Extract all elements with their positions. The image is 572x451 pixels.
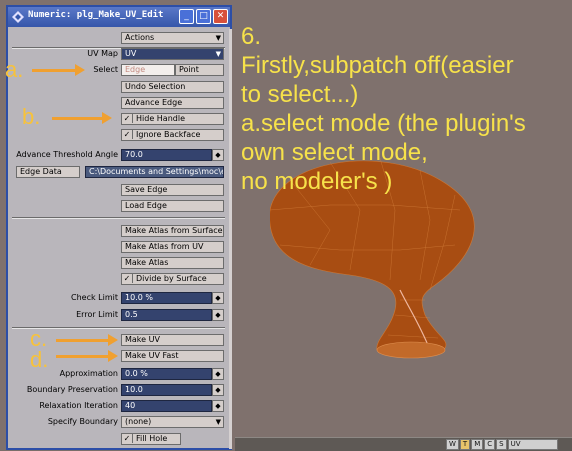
app-icon (12, 11, 24, 23)
divider (12, 217, 225, 219)
specify-boundary-select[interactable]: (none) ▼ (121, 416, 224, 428)
check-limit-label: Check Limit (71, 293, 118, 302)
arrow-icon (56, 350, 118, 362)
select-point-button[interactable]: Point (175, 64, 224, 76)
close-button[interactable]: ✕ (213, 9, 228, 24)
arrow-icon (52, 112, 112, 124)
divide-by-surface-checkbox[interactable]: ✓ Divide by Surface (121, 273, 224, 285)
uv-map-label: UV Map (87, 49, 118, 58)
specify-boundary-value: (none) (125, 417, 152, 426)
fill-hole-checkbox[interactable]: ✓ Fill Hole (121, 433, 181, 445)
relaxation-iteration-field[interactable]: 40 (121, 400, 212, 412)
relaxation-iteration-label: Relaxation Iteration (39, 401, 118, 410)
checkmark-icon: ✓ (122, 114, 133, 123)
w-toggle[interactable]: W (446, 439, 459, 450)
m-toggle[interactable]: M (471, 439, 484, 450)
scrollbar[interactable] (229, 29, 232, 449)
chevron-down-icon: ▼ (215, 418, 221, 426)
undo-selection-button[interactable]: Undo Selection (121, 81, 224, 93)
checkmark-icon: ✓ (122, 434, 133, 443)
advance-threshold-label: Advance Threshold Angle (16, 150, 118, 159)
approximation-field[interactable]: 0.0 % (121, 368, 212, 380)
make-atlas-button[interactable]: Make Atlas (121, 257, 224, 269)
maximize-icon: □ (199, 11, 208, 21)
instruction-line: no modeler's ) (241, 168, 393, 195)
annotation-d: d. (30, 347, 49, 372)
actions-dropdown[interactable]: Actions ▼ (121, 32, 224, 44)
stepper-icon[interactable]: ◆ (212, 400, 224, 412)
error-limit-label: Error Limit (76, 310, 118, 319)
hide-handle-checkbox[interactable]: ✓ Hide Handle (121, 113, 224, 125)
boundary-preservation-field[interactable]: 10.0 (121, 384, 212, 396)
boundary-preservation-label: Boundary Preservation (26, 385, 118, 394)
check-limit-field[interactable]: 10.0 % (121, 292, 212, 304)
arrow-icon (56, 334, 118, 346)
specify-boundary-label: Specify Boundary (47, 417, 118, 426)
c-toggle[interactable]: C (484, 439, 496, 450)
t-toggle[interactable]: T (459, 439, 471, 450)
load-edge-button[interactable]: Load Edge (121, 200, 224, 212)
advance-threshold-field[interactable]: 70.0 (121, 149, 212, 161)
checkmark-icon: ✓ (122, 130, 133, 139)
annotation-a: a. (5, 57, 24, 82)
divide-by-surface-label: Divide by Surface (136, 274, 207, 283)
chevron-down-icon: ▼ (215, 34, 221, 42)
make-atlas-surface-button[interactable]: Make Atlas from Surface (121, 225, 224, 237)
viewport-status-bar: W T M C S UV (235, 437, 572, 451)
stepper-icon[interactable]: ◆ (212, 292, 224, 304)
instruction-line: to select...) (241, 81, 359, 108)
advance-edge-button[interactable]: Advance Edge (121, 97, 224, 109)
window-title: Numeric: plg_Make_UV_Edit (28, 10, 164, 20)
make-uv-fast-button[interactable]: Make UV Fast (121, 350, 224, 362)
edge-data-path-field[interactable]: C:\Documents and Settings\moc\ed (85, 166, 224, 178)
hide-handle-label: Hide Handle (136, 114, 185, 123)
annotation-b: b. (22, 104, 41, 129)
error-limit-field[interactable]: 0.5 (121, 309, 212, 321)
stepper-icon[interactable]: ◆ (212, 309, 224, 321)
minimize-button[interactable]: _ (179, 9, 194, 24)
stepper-icon[interactable]: ◆ (212, 384, 224, 396)
chevron-down-icon: ▼ (215, 50, 221, 58)
checkmark-icon: ✓ (122, 274, 133, 283)
maximize-button[interactable]: □ (196, 9, 211, 24)
uv-map-value: UV (125, 49, 137, 58)
instruction-line: a.select mode (the plugin's (241, 110, 526, 137)
edge-data-button[interactable]: Edge Data (16, 166, 80, 178)
make-atlas-uv-button[interactable]: Make Atlas from UV (121, 241, 224, 253)
instruction-text: 6. Firstly,subpatch off(easier to select… (241, 22, 526, 196)
select-edge-button[interactable]: Edge (121, 64, 175, 76)
stepper-icon[interactable]: ◆ (212, 368, 224, 380)
close-icon: ✕ (216, 11, 225, 21)
vmap-select[interactable]: UV (507, 439, 558, 450)
instruction-line: Firstly,subpatch off(easier (241, 52, 514, 79)
fill-hole-label: Fill Hole (136, 434, 168, 443)
stepper-icon[interactable]: ◆ (212, 149, 224, 161)
approximation-label: Approximation (59, 369, 118, 378)
arrow-icon (32, 64, 85, 76)
actions-label: Actions (125, 33, 155, 42)
instruction-line: own select mode, (241, 139, 428, 166)
step-number: 6. (241, 23, 262, 50)
minimize-icon: _ (184, 11, 189, 21)
ignore-backface-checkbox[interactable]: ✓ Ignore Backface (121, 129, 224, 141)
make-uv-button[interactable]: Make UV (121, 334, 224, 346)
uv-map-select[interactable]: UV ▼ (121, 48, 224, 60)
s-toggle[interactable]: S (496, 439, 507, 450)
panel-content: Actions ▼ UV Map UV ▼ Select Edge Point … (10, 29, 232, 449)
ignore-backface-label: Ignore Backface (136, 130, 201, 139)
save-edge-button[interactable]: Save Edge (121, 184, 224, 196)
title-bar[interactable]: Numeric: plg_Make_UV_Edit _ □ ✕ (8, 7, 230, 27)
